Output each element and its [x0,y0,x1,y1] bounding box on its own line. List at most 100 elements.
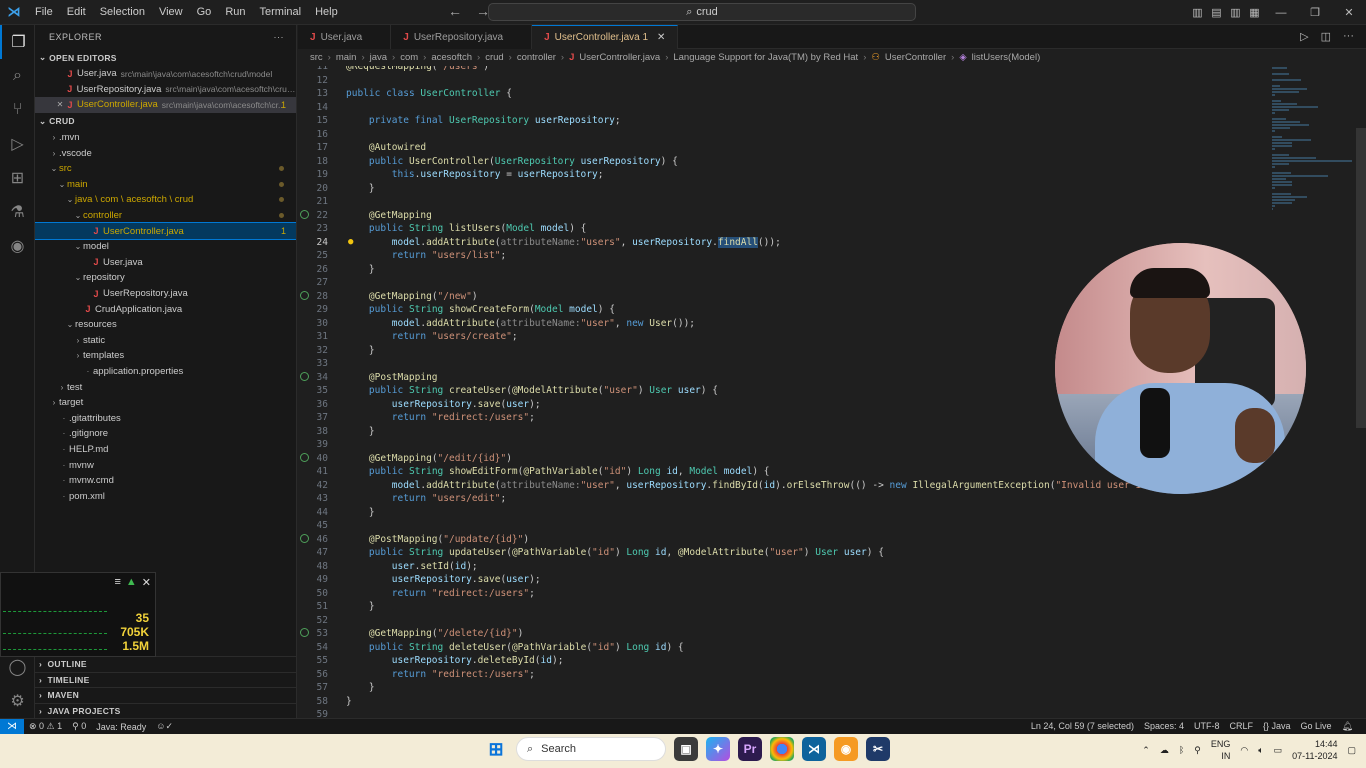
code-line[interactable]: 12 [298,74,1356,88]
language-indicator[interactable]: ENG IN [1211,738,1231,762]
run-icon[interactable]: ▷ [1300,30,1308,43]
project-section[interactable]: ⌄ CRUD [35,113,296,130]
menu-icon[interactable]: ≡ [114,576,120,589]
extensions-icon[interactable]: ⊞ [0,161,35,195]
ports-status[interactable]: ⚲ 0 [67,721,91,732]
notifications-bell-icon[interactable]: 🔔︎ [1337,721,1358,732]
run-debug-icon[interactable]: ▷ [0,127,35,161]
code-line[interactable]: 22 @GetMapping [298,209,1356,223]
restore-button[interactable]: ❐ [1298,6,1332,19]
code-line[interactable]: 43 return "users/edit"; [298,492,1356,506]
tree-item[interactable]: ⌄ main [35,177,296,193]
code-line[interactable]: 11 @RequestMapping("/users") [298,66,1356,74]
clock[interactable]: 14:44 07-11-2024 [1292,738,1337,762]
remote-icon[interactable]: ⋊ [0,718,24,735]
chrome-icon[interactable] [770,737,794,761]
breadcrumb-item[interactable]: src [310,52,323,63]
close-icon[interactable]: ✕ [142,576,151,589]
tree-item[interactable]: ⌄ model [35,239,296,255]
split-editor-icon[interactable]: ◫ [1321,30,1331,43]
section-java-projects[interactable]: › JAVA PROJECTS [35,702,296,719]
tree-item[interactable]: ⌄ java \ com \ acesoftch \ crud [35,192,296,208]
tree-item[interactable]: J User.java [35,255,296,271]
toggle-secondary-sidebar-icon[interactable]: ▥ [1226,6,1245,19]
section-timeline[interactable]: › TIMELINE [35,671,296,688]
menu-edit[interactable]: Edit [60,6,93,18]
section-outline[interactable]: › OUTLINE [35,656,296,672]
code-line[interactable]: 46 @PostMapping("/update/{id}") [298,533,1356,547]
toggle-sidebar-icon[interactable]: ▥ [1188,6,1207,19]
source-control-icon[interactable]: ⑂ [0,93,35,127]
copilot-icon[interactable]: ☺✓ [151,721,178,732]
cursor-position[interactable]: Ln 24, Col 59 (7 selected) [1026,721,1139,732]
encoding[interactable]: UTF-8 [1189,721,1225,732]
code-line[interactable]: 14 [298,101,1356,115]
menu-file[interactable]: File [28,6,60,18]
more-actions-icon[interactable]: ··· [1343,30,1354,43]
tree-item[interactable]: ⌄ src [35,161,296,177]
back-arrow-icon[interactable]: ← [448,3,462,19]
tree-item[interactable]: › target [35,395,296,411]
tree-item[interactable]: · HELP.md [35,442,296,458]
code-line[interactable]: 59 [298,708,1356,718]
customize-layout-icon[interactable]: ▦ [1245,6,1264,19]
breadcrumb-item[interactable]: controller [517,52,556,63]
tree-item[interactable]: J UserRepository.java [35,286,296,302]
problems-status[interactable]: ⊗ 0 ⚠ 1 [24,721,67,732]
code-line[interactable]: 52 [298,614,1356,628]
tree-item[interactable]: · mvnw [35,457,296,473]
code-line[interactable]: 16 [298,128,1356,142]
menu-go[interactable]: Go [190,6,219,18]
menu-run[interactable]: Run [218,6,252,18]
manage-gear-icon[interactable]: ⚙ [0,684,35,718]
tree-item[interactable]: › static [35,333,296,349]
code-line[interactable]: 13 public class UserController { [298,87,1356,101]
tree-item[interactable]: · pom.xml [35,488,296,504]
vertical-scrollbar[interactable] [1356,128,1366,428]
minimap[interactable] [1272,66,1356,210]
tree-item[interactable]: · application.properties [35,364,296,380]
testing-icon[interactable]: ⚗ [0,195,35,229]
speaker-icon[interactable]: 🔈︎ [1258,745,1263,756]
onedrive-icon[interactable]: ☁ [1160,745,1169,756]
code-line[interactable]: 48 user.setId(id); [298,560,1356,574]
close-tab-icon[interactable]: ✕ [657,32,665,43]
premiere-pro-icon[interactable]: Pr [738,737,762,761]
location-icon[interactable]: ⚲ [1194,745,1201,756]
remote-explorer-icon[interactable]: ◉ [0,229,35,263]
chevron-up-icon[interactable]: ⌃ [1142,745,1150,756]
code-line[interactable]: 20 } [298,182,1356,196]
code-line[interactable]: 50 return "redirect:/users"; [298,587,1356,601]
notifications-icon[interactable]: ▢ [1347,745,1356,756]
tree-item[interactable]: › templates [35,348,296,364]
command-center-search[interactable]: ⌕ crud [488,3,916,21]
code-line[interactable]: 15 private final UserRepository userRepo… [298,114,1356,128]
more-actions-icon[interactable]: ··· [274,32,285,42]
battery-icon[interactable]: ▭ [1274,745,1283,756]
menu-view[interactable]: View [152,6,190,18]
tab-userrepository[interactable]: J UserRepository.java [391,25,533,49]
java-status[interactable]: Java: Ready [91,722,151,732]
breadcrumb-item[interactable]: listUsers(Model) [972,52,1041,63]
line-endings[interactable]: CRLF [1224,721,1258,732]
bluetooth-icon[interactable]: ᛒ [1179,745,1184,755]
close-window-button[interactable]: ✕ [1332,6,1366,19]
minimize-button[interactable]: — [1264,7,1298,19]
breadcrumb-item[interactable]: com [400,52,418,63]
code-line[interactable]: 56 return "redirect:/users"; [298,668,1356,682]
task-view-icon[interactable]: ▣ [674,737,698,761]
breadcrumb-item[interactable]: Language Support for Java(TM) by Red Hat [673,52,858,63]
code-line[interactable]: 47 public String updateUser(@PathVariabl… [298,546,1356,560]
code-line[interactable]: 45 [298,519,1356,533]
tree-item[interactable]: › .vscode [35,145,296,161]
code-line[interactable]: 17 @Autowired [298,141,1356,155]
code-line[interactable]: 57 } [298,681,1356,695]
menu-terminal[interactable]: Terminal [253,6,309,18]
open-editor-item[interactable]: J UserRepository.java src\main\java\com\ac… [35,82,296,98]
breadcrumb-item[interactable]: java [370,52,387,63]
tree-item[interactable]: › .mvn [35,130,296,146]
breadcrumb-item[interactable]: UserController.java [579,52,660,63]
language-mode[interactable]: {} Java [1258,721,1296,732]
menu-selection[interactable]: Selection [93,6,152,18]
wifi-icon[interactable]: ◠ [1240,745,1248,756]
